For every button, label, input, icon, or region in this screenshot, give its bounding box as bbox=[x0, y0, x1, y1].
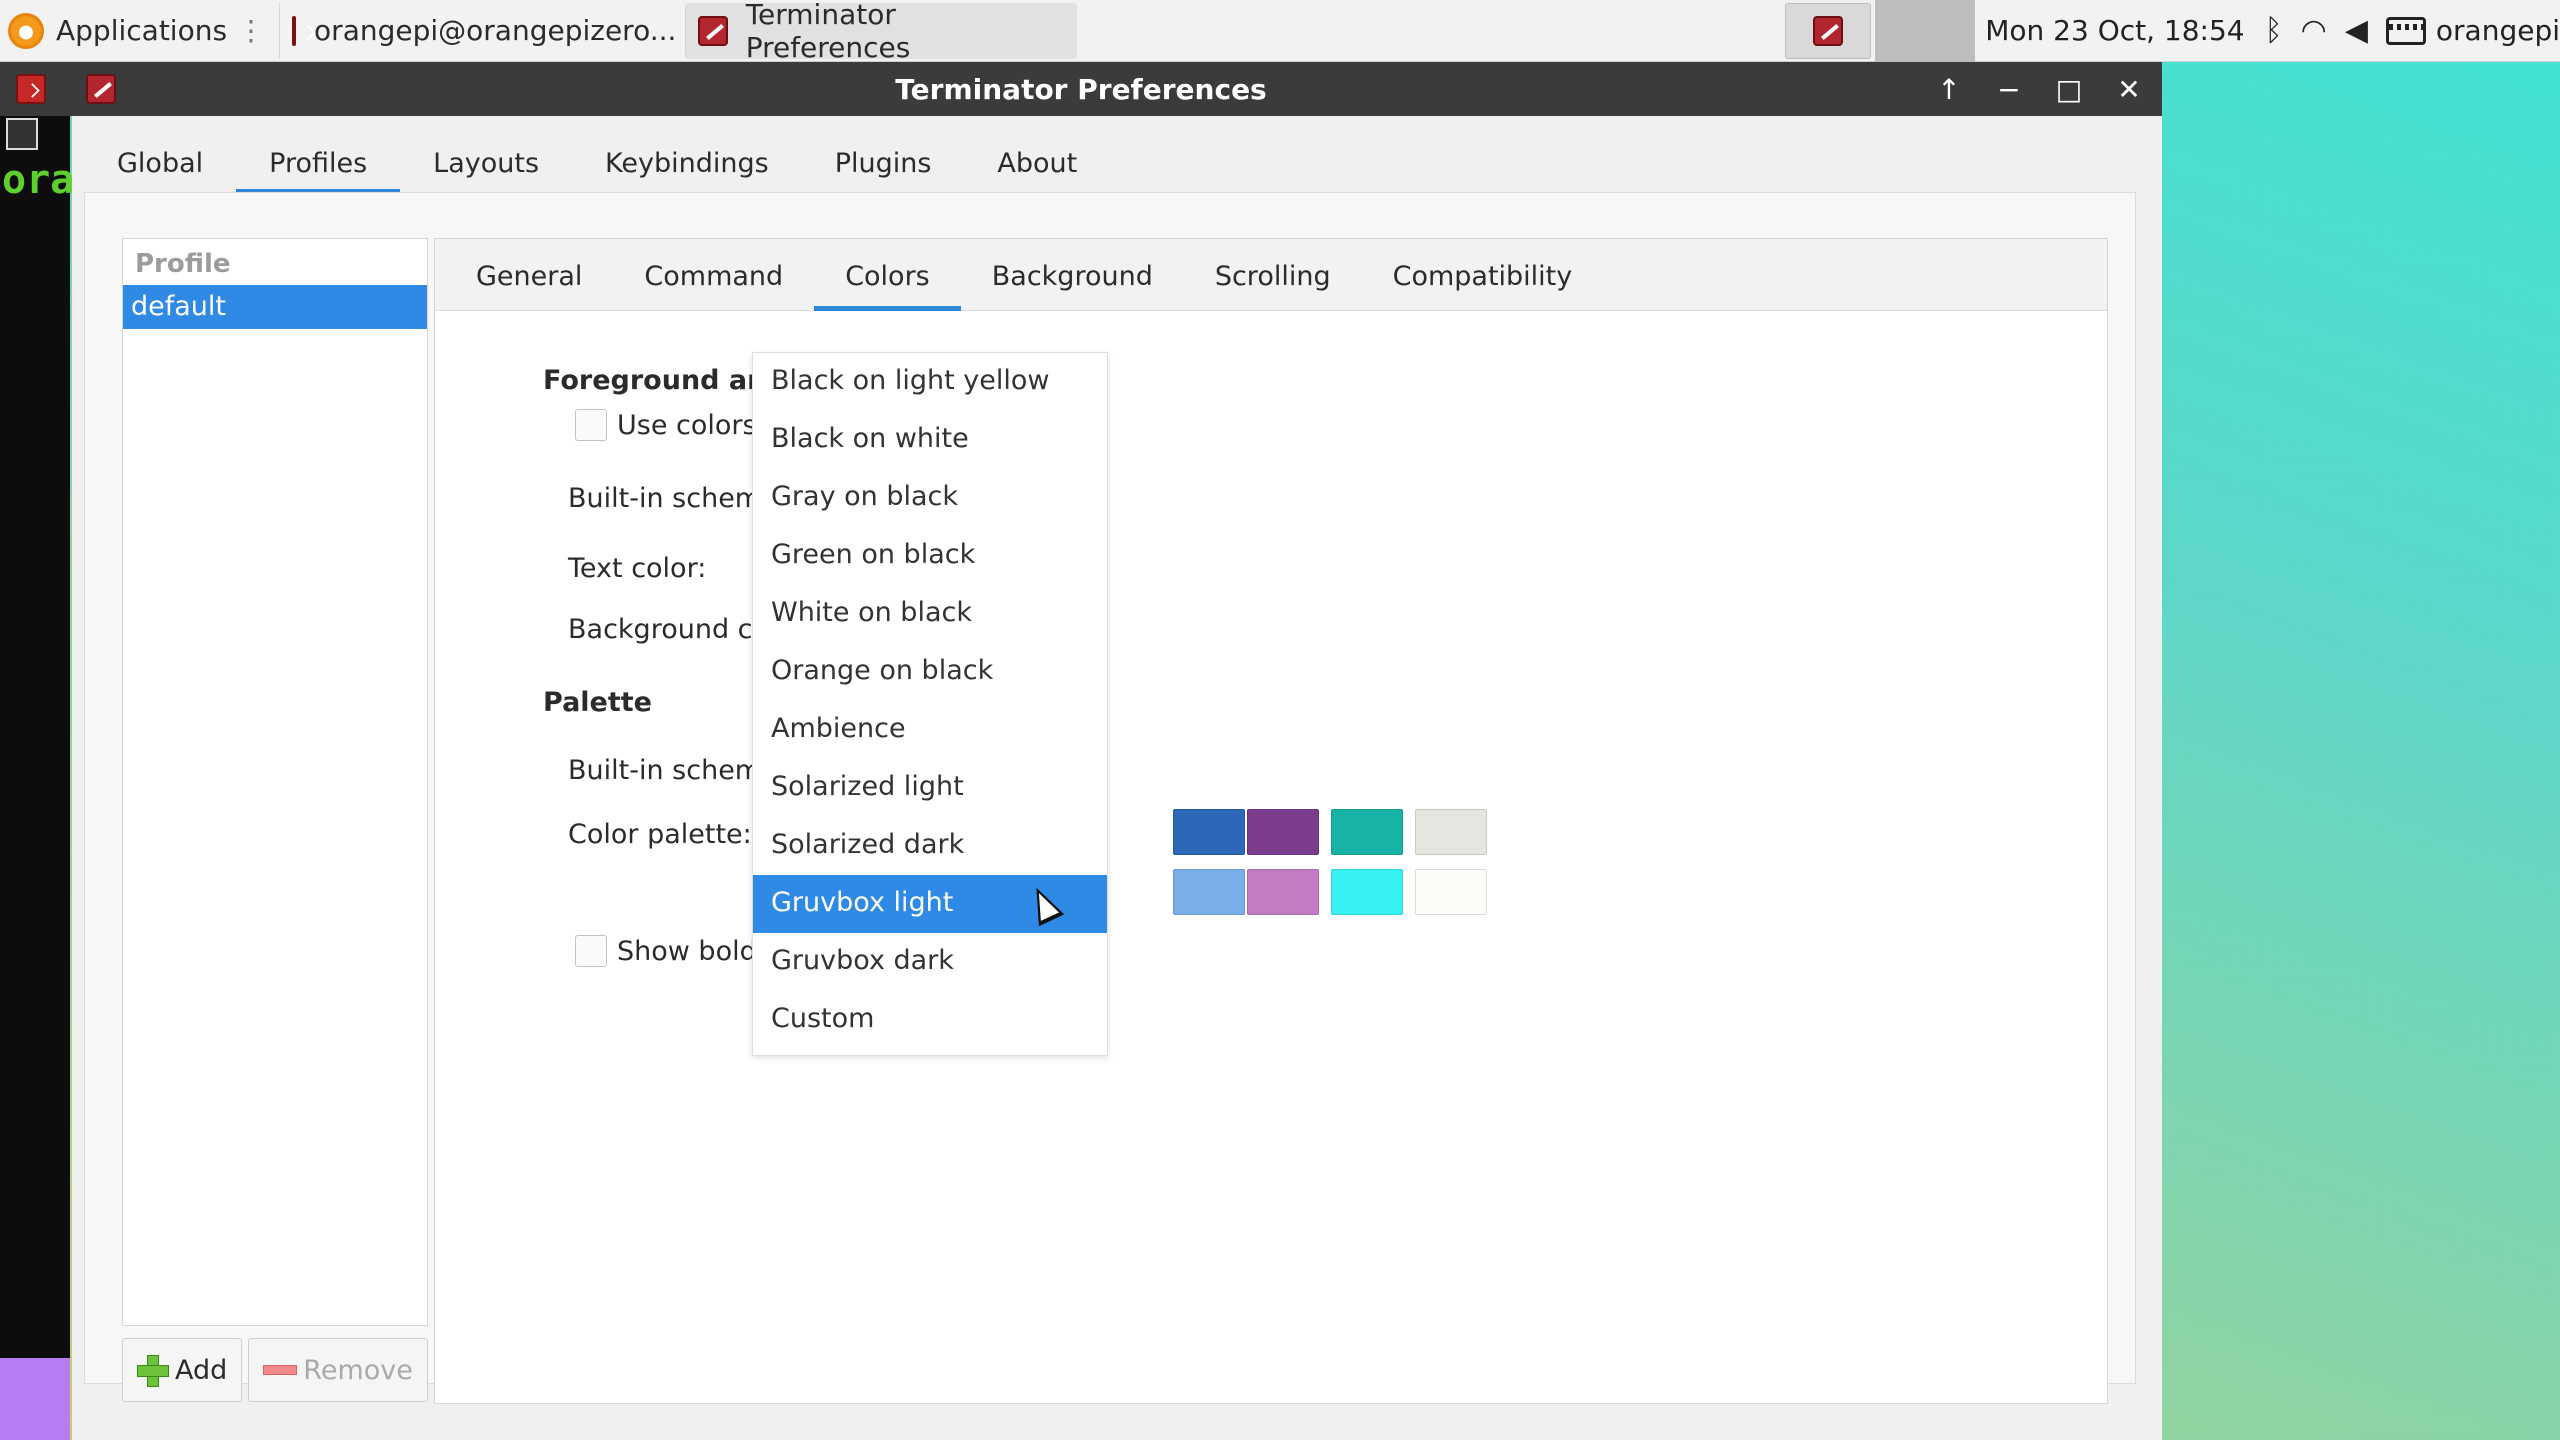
palette-swatch[interactable] bbox=[1247, 809, 1319, 855]
show-bold-checkbox[interactable] bbox=[575, 935, 607, 967]
preferences-icon bbox=[698, 15, 728, 46]
color-palette-label: Color palette: bbox=[568, 819, 752, 850]
dropdown-item[interactable]: Solarized dark bbox=[753, 817, 1107, 875]
taskbar-preferences-label: Terminator Preferences bbox=[745, 0, 911, 64]
clock[interactable]: Mon 23 Oct, 18:54 bbox=[1985, 14, 2244, 47]
maximize-icon[interactable]: □ bbox=[2054, 73, 2084, 106]
close-icon[interactable]: ✕ bbox=[2114, 73, 2144, 106]
palette-swatch[interactable] bbox=[1331, 869, 1403, 915]
orangepi-logo-icon bbox=[8, 12, 44, 49]
palette-scheme-dropdown: Black on light yellow Black on white Gra… bbox=[752, 352, 1108, 1056]
terminator-tray-icon bbox=[1813, 15, 1844, 46]
window-title: Terminator Preferences bbox=[895, 72, 1267, 106]
remove-button-label: Remove bbox=[303, 1354, 413, 1386]
dropdown-item[interactable]: Solarized light bbox=[753, 759, 1107, 817]
profile-list-header: Profile bbox=[135, 249, 231, 279]
menu-separator-icon: ⋮ bbox=[237, 14, 266, 47]
tab-command[interactable]: Command bbox=[613, 239, 814, 311]
workspace-switcher[interactable] bbox=[1875, 0, 1976, 62]
add-profile-button[interactable]: Add bbox=[122, 1338, 243, 1402]
profile-settings-pane: General Command Colors Background Scroll… bbox=[434, 238, 2108, 1404]
keep-above-icon[interactable]: ↑ bbox=[1934, 73, 1964, 106]
profile-buttons: Add Remove bbox=[122, 1338, 428, 1402]
text-color-label: Text color: bbox=[568, 553, 707, 584]
dropdown-item[interactable]: Gray on black bbox=[753, 469, 1107, 527]
dropdown-item[interactable]: Black on white bbox=[753, 411, 1107, 469]
tab-background[interactable]: Background bbox=[961, 239, 1184, 311]
terminal-icon bbox=[292, 15, 297, 46]
window-preferences-icon bbox=[86, 74, 116, 104]
main-tab-bar: Global Profiles Layouts Keybindings Plug… bbox=[84, 132, 1110, 194]
taskbar-terminal-window[interactable]: orangepi@orangepizero... bbox=[279, 2, 679, 59]
palette-swatch[interactable] bbox=[1331, 809, 1403, 855]
add-icon bbox=[137, 1355, 169, 1387]
palette-swatch[interactable] bbox=[1173, 809, 1245, 855]
keyboard-icon[interactable] bbox=[2385, 16, 2426, 45]
tab-plugins[interactable]: Plugins bbox=[802, 132, 965, 194]
add-button-label: Add bbox=[175, 1354, 228, 1386]
taskbar-preferences-window[interactable]: Terminator Preferences bbox=[685, 0, 1078, 64]
minimize-icon[interactable]: − bbox=[1994, 73, 2024, 106]
dropdown-item[interactable]: White on black bbox=[753, 585, 1107, 643]
dropdown-item[interactable]: Black on light yellow bbox=[753, 353, 1107, 411]
remove-profile-button[interactable]: Remove bbox=[248, 1338, 428, 1402]
window-terminal-icon[interactable] bbox=[16, 74, 46, 104]
top-panel: Applications ⋮ orangepi@orangepizero... … bbox=[0, 0, 2560, 64]
tab-keybindings[interactable]: Keybindings bbox=[572, 132, 802, 194]
volume-icon[interactable]: ◀ bbox=[2345, 13, 2368, 48]
tab-profiles[interactable]: Profiles bbox=[236, 132, 401, 194]
palette-swatch[interactable] bbox=[1173, 869, 1245, 915]
tab-about[interactable]: About bbox=[964, 132, 1110, 194]
window-body: Global Profiles Layouts Keybindings Plug… bbox=[72, 116, 2162, 1440]
profile-sub-tab-bar: General Command Colors Background Scroll… bbox=[435, 239, 2107, 311]
use-system-colors-checkbox[interactable] bbox=[575, 409, 607, 441]
remove-icon bbox=[263, 1365, 298, 1375]
dropdown-item[interactable]: Green on black bbox=[753, 527, 1107, 585]
dropdown-item[interactable]: Gruvbox dark bbox=[753, 933, 1107, 991]
tab-global[interactable]: Global bbox=[84, 132, 236, 194]
window-titlebar[interactable]: Terminator Preferences ↑ − □ ✕ bbox=[0, 62, 2162, 116]
bluetooth-icon[interactable]: ᛒ bbox=[2265, 13, 2283, 48]
applications-label: Applications bbox=[56, 14, 228, 47]
dropdown-item[interactable]: Custom bbox=[753, 991, 1107, 1049]
profile-list: Profile default bbox=[122, 238, 428, 1326]
palette-section-title: Palette bbox=[543, 687, 652, 718]
wifi-icon[interactable]: ◠ bbox=[2301, 13, 2327, 48]
tab-compatibility[interactable]: Compatibility bbox=[1362, 239, 1604, 311]
tab-layouts[interactable]: Layouts bbox=[400, 132, 572, 194]
profile-item-default[interactable]: default bbox=[123, 285, 427, 329]
palette-swatch[interactable] bbox=[1247, 869, 1319, 915]
dropdown-item[interactable]: Ambience bbox=[753, 701, 1107, 759]
tab-general[interactable]: General bbox=[445, 239, 613, 311]
palette-swatch[interactable] bbox=[1415, 809, 1487, 855]
palette-swatch[interactable] bbox=[1415, 869, 1487, 915]
tab-colors[interactable]: Colors bbox=[814, 239, 961, 311]
tray-terminator-button[interactable] bbox=[1785, 2, 1872, 59]
applications-menu-button[interactable]: Applications ⋮ bbox=[0, 0, 273, 62]
user-name[interactable]: orangepi bbox=[2436, 14, 2560, 47]
tab-scrolling[interactable]: Scrolling bbox=[1184, 239, 1362, 311]
dropdown-item[interactable]: Orange on black bbox=[753, 643, 1107, 701]
taskbar-terminal-label: orangepi@orangepizero... bbox=[314, 14, 677, 47]
